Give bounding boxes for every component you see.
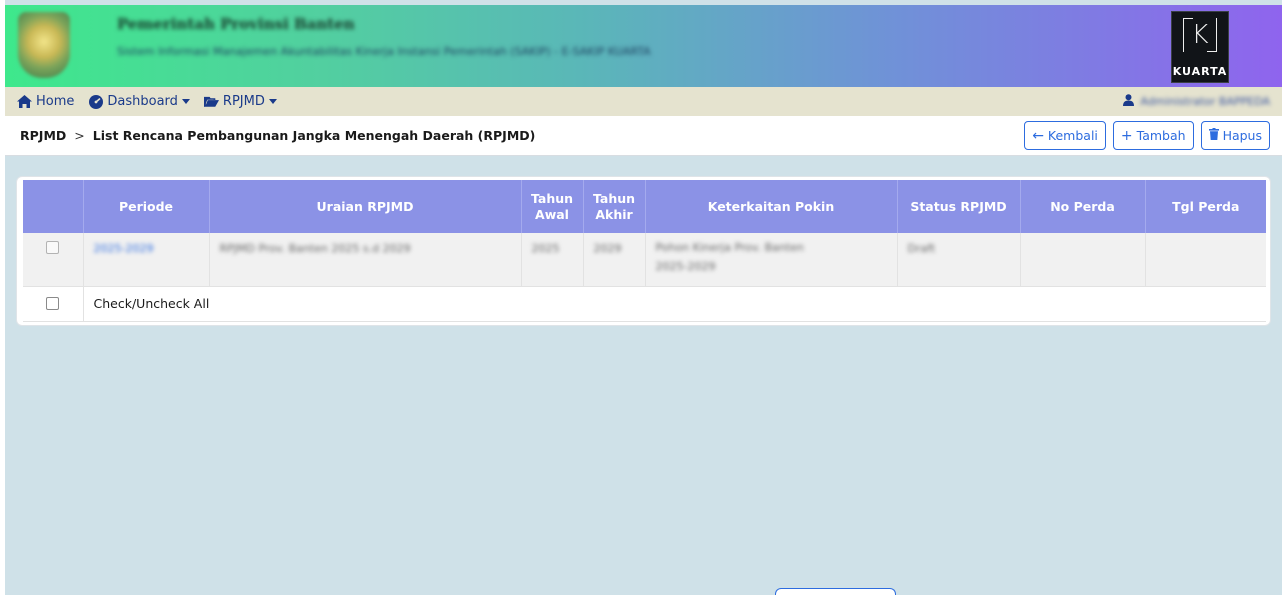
table-header-row: Periode Uraian RPJMD Tahun Awal Tahun Ak… (23, 180, 1266, 233)
user-name: Administrator BAPPEDA (1140, 95, 1270, 108)
header-status: Status RPJMD (897, 180, 1021, 233)
periode-link[interactable]: 2025-2029 (94, 242, 154, 255)
kuarta-letter: K (1191, 20, 1209, 50)
status-text: Draft (907, 242, 936, 255)
cell-tgl-perda (1145, 233, 1266, 287)
header-tahun-awal-line2: Awal (535, 206, 569, 222)
home-icon (17, 94, 32, 109)
kuarta-logo: K KUARTA (1171, 11, 1229, 83)
nav-rpjmd-label: RPJMD (222, 94, 265, 109)
page: Pemerintah Provinsi Banten Sistem Inform… (5, 0, 1282, 595)
header-pokin: Keterkaitan Pokin (645, 180, 898, 233)
rpjmd-table-card: Periode Uraian RPJMD Tahun Awal Tahun Ak… (16, 176, 1271, 326)
header-subtitle: Sistem Informasi Manajemen Akuntabilitas… (117, 45, 651, 58)
row-checkbox[interactable] (46, 241, 60, 254)
header-tahun-akhir: Tahun Akhir (583, 180, 646, 233)
row-checkbox-cell (23, 233, 84, 287)
add-button[interactable]: + Tambah (1112, 121, 1194, 150)
chevron-down-icon (181, 99, 190, 104)
header-tahun-akhir-line1: Tahun (592, 190, 636, 206)
check-all-checkbox[interactable] (46, 297, 60, 310)
pokin-text-line1: Pohon Kinerja Prov. Banten (655, 241, 804, 254)
cell-status: Draft (897, 233, 1021, 287)
header-checkbox-col (23, 180, 84, 233)
pokin-text-line2: 2025-2029 (655, 260, 716, 273)
dashboard-gauge-icon (88, 94, 103, 109)
check-all-row: Check/Uncheck All (23, 286, 1266, 322)
cell-tahun-akhir: 2029 (583, 233, 646, 287)
bottom-partial-button[interactable] (775, 588, 896, 595)
cell-periode: 2025-2029 (83, 233, 210, 287)
rpjmd-table: Periode Uraian RPJMD Tahun Awal Tahun Ak… (23, 180, 1266, 322)
folder-open-icon (203, 94, 219, 109)
nav-dashboard[interactable]: Dashboard (88, 94, 190, 109)
breadcrumb: RPJMD > List Rencana Pembangunan Jangka … (5, 116, 1282, 156)
cell-uraian: RPJMD Prov. Banten 2025 s.d 2029 (209, 233, 522, 287)
plus-icon: + (1120, 127, 1133, 144)
header-tahun-akhir-line2: Akhir (595, 206, 633, 222)
back-button[interactable]: ← Kembali (1024, 121, 1106, 150)
action-buttons: ← Kembali + Tambah Hapus (1024, 121, 1270, 150)
tahun-awal-text: 2025 (531, 242, 560, 255)
tahun-akhir-text: 2029 (593, 242, 622, 255)
header-banner: Pemerintah Provinsi Banten Sistem Inform… (5, 5, 1282, 87)
chevron-down-icon (268, 99, 277, 104)
delete-button[interactable]: Hapus (1200, 121, 1270, 150)
user-icon (1123, 93, 1135, 110)
header-no-perda: No Perda (1020, 180, 1146, 233)
cell-no-perda (1020, 233, 1146, 287)
page-title: List Rencana Pembangunan Jangka Menengah… (92, 128, 536, 143)
kuarta-mark-icon: K (1183, 18, 1217, 52)
delete-button-label: Hapus (1222, 128, 1262, 143)
province-logo (18, 12, 70, 78)
nav-rpjmd[interactable]: RPJMD (203, 94, 277, 109)
kuarta-brand-text: KUARTA (1172, 65, 1228, 78)
nav-user-menu[interactable]: Administrator BAPPEDA (1123, 87, 1270, 116)
nav-home[interactable]: Home (17, 94, 74, 109)
header-tgl-perda: Tgl Perda (1145, 180, 1266, 233)
nav-home-label: Home (36, 94, 75, 109)
cell-pokin: Pohon Kinerja Prov. Banten 2025-2029 (645, 233, 898, 287)
cell-tahun-awal: 2025 (521, 233, 584, 287)
check-all-checkbox-cell (23, 286, 84, 322)
table-row: 2025-2029 RPJMD Prov. Banten 2025 s.d 20… (23, 233, 1266, 287)
header-uraian: Uraian RPJMD (209, 180, 522, 233)
check-all-label: Check/Uncheck All (83, 286, 1266, 322)
uraian-text: RPJMD Prov. Banten 2025 s.d 2029 (219, 242, 411, 255)
header-tahun-awal: Tahun Awal (521, 180, 584, 233)
trash-icon (1208, 127, 1219, 144)
add-button-label: Tambah (1136, 128, 1186, 143)
arrow-left-icon: ← (1032, 127, 1044, 144)
back-button-label: Kembali (1047, 128, 1098, 143)
nav-dashboard-label: Dashboard (107, 94, 178, 109)
breadcrumb-separator: > (74, 128, 85, 143)
breadcrumb-root[interactable]: RPJMD (20, 128, 66, 143)
header-periode: Periode (83, 180, 210, 233)
header-title: Pemerintah Provinsi Banten (117, 15, 355, 33)
navbar: Home Dashboard RPJMD Administrator BAPPE… (5, 87, 1282, 116)
header-tahun-awal-line1: Tahun (530, 190, 574, 206)
